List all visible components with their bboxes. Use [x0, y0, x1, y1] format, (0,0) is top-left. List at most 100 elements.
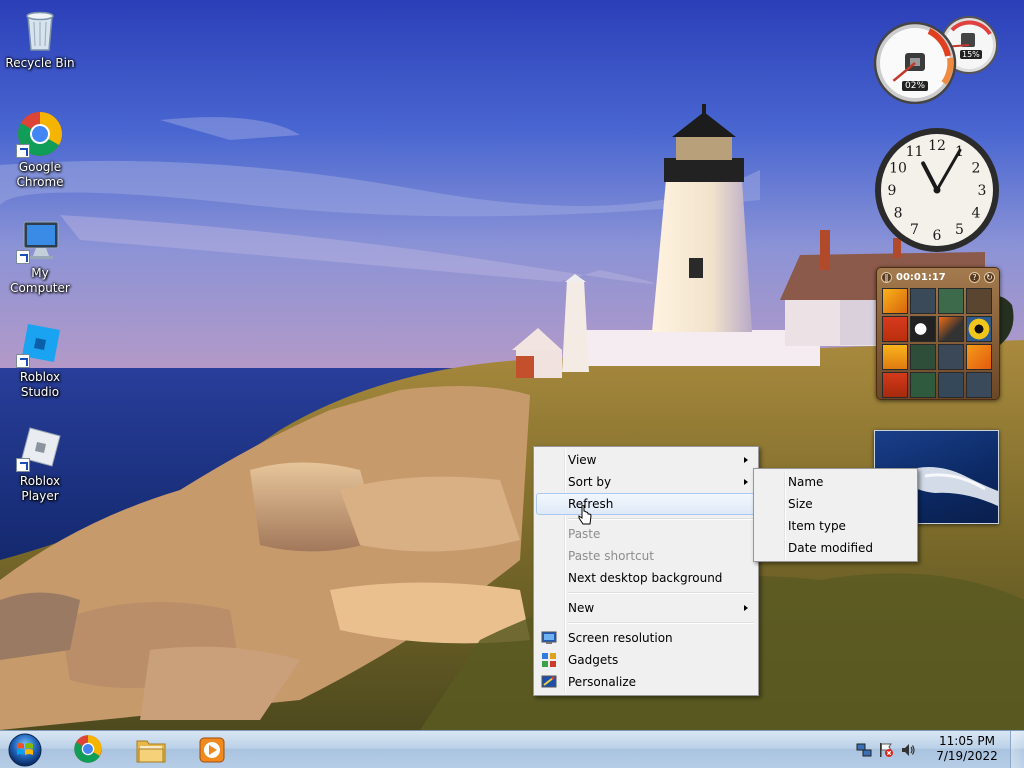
- clock-numeral: 2: [972, 161, 981, 177]
- network-icon[interactable]: [856, 742, 872, 758]
- menu-item-label: Date modified: [788, 541, 874, 555]
- clock-numeral: 4: [972, 206, 981, 222]
- taskbar-file-explorer-button[interactable]: [123, 732, 179, 767]
- clock-numeral: 10: [889, 161, 907, 177]
- desktop-icon-google-chrome[interactable]: Google Chrome: [0, 110, 80, 190]
- puzzle-tile[interactable]: [910, 344, 936, 370]
- puzzle-tile[interactable]: [966, 316, 992, 342]
- menu-item-label: Paste shortcut: [568, 549, 654, 563]
- menu-item-next-desktop-background[interactable]: Next desktop background: [536, 567, 756, 589]
- taskbar-media-player-button[interactable]: [184, 732, 240, 767]
- puzzle-tile[interactable]: [910, 288, 936, 314]
- cpu-percent-readout: 02%: [902, 81, 929, 91]
- puzzle-tile[interactable]: [882, 288, 908, 314]
- menu-separator: [568, 622, 754, 624]
- shortcut-arrow-icon: [16, 144, 30, 158]
- volume-icon[interactable]: [900, 742, 916, 758]
- clock-time: 11:05 PM: [939, 734, 995, 748]
- chrome-icon: [16, 110, 64, 158]
- menu-item-gadgets[interactable]: Gadgets: [536, 649, 756, 671]
- puzzle-tile[interactable]: [966, 344, 992, 370]
- desktop-wallpaper[interactable]: [0, 0, 1024, 730]
- puzzle-tile[interactable]: [938, 344, 964, 370]
- menu-item-label: Screen resolution: [568, 631, 673, 645]
- puzzle-grid[interactable]: [882, 288, 999, 398]
- desktop-icon-label: Roblox Player: [19, 474, 61, 503]
- roblox-player-icon: [16, 424, 64, 472]
- menu-item-sort-name[interactable]: Name: [756, 471, 915, 493]
- clock-numeral: 8: [894, 206, 903, 222]
- puzzle-tile[interactable]: [938, 288, 964, 314]
- menu-item-label: Gadgets: [568, 653, 619, 667]
- desktop-icon-recycle-bin[interactable]: Recycle Bin: [0, 6, 80, 71]
- menu-separator: [568, 518, 754, 520]
- picture-puzzle-gadget[interactable]: ‖ 00:01:17 ? ↻: [876, 267, 1000, 400]
- menu-item-screen-resolution[interactable]: Screen resolution: [536, 627, 756, 649]
- notification-area: 11:05 PM 7/19/2022: [854, 731, 1024, 769]
- shortcut-arrow-icon: [16, 354, 30, 368]
- clock-numeral: 11: [906, 144, 924, 160]
- action-center-flag-icon[interactable]: [878, 742, 894, 758]
- menu-item-label: Personalize: [568, 675, 637, 689]
- puzzle-tile[interactable]: [882, 316, 908, 342]
- menu-item-sort-date-modified[interactable]: Date modified: [756, 537, 915, 559]
- submenu-arrow-icon: [744, 605, 748, 611]
- menu-item-label: Refresh: [568, 497, 614, 511]
- puzzle-tile[interactable]: [938, 372, 964, 398]
- recycle-bin-icon: [16, 6, 64, 54]
- clock-numeral: 7: [910, 222, 919, 238]
- menu-separator: [568, 592, 754, 594]
- taskbar-clock[interactable]: 11:05 PM 7/19/2022: [927, 734, 1007, 764]
- menu-item-label: Size: [788, 497, 813, 511]
- menu-item-sort-size[interactable]: Size: [756, 493, 915, 515]
- taskbar-chrome-button[interactable]: [60, 732, 116, 767]
- menu-item-label: New: [568, 601, 595, 615]
- shortcut-arrow-icon: [16, 250, 30, 264]
- cpu-meter-gadget[interactable]: 02% 15%: [872, 8, 1002, 105]
- personalize-icon: [541, 674, 557, 690]
- puzzle-tile[interactable]: [938, 316, 964, 342]
- puzzle-tile[interactable]: [910, 372, 936, 398]
- submenu-arrow-icon: [744, 479, 748, 485]
- menu-item-paste: Paste: [536, 523, 756, 545]
- sort-by-submenu: Name Size Item type Date modified: [753, 468, 918, 562]
- shortcut-arrow-icon: [16, 458, 30, 472]
- chrome-icon: [73, 734, 103, 767]
- help-icon[interactable]: ?: [969, 271, 980, 283]
- puzzle-tile[interactable]: [966, 288, 992, 314]
- puzzle-tile[interactable]: [910, 316, 936, 342]
- clock-date: 7/19/2022: [936, 749, 998, 763]
- menu-item-personalize[interactable]: Personalize: [536, 671, 756, 693]
- menu-item-paste-shortcut: Paste shortcut: [536, 545, 756, 567]
- clock-numeral: 9: [888, 183, 897, 199]
- show-desktop-button[interactable]: [1010, 731, 1024, 768]
- desktop-context-menu: View Sort by Refresh Paste Paste shortcu…: [533, 446, 759, 696]
- desktop-icon-label: Recycle Bin: [5, 56, 75, 70]
- puzzle-tile[interactable]: [882, 372, 908, 398]
- pause-icon[interactable]: ‖: [881, 271, 892, 283]
- menu-item-label: Next desktop background: [568, 571, 723, 585]
- menu-item-new[interactable]: New: [536, 597, 756, 619]
- start-button[interactable]: [5, 732, 45, 768]
- menu-item-label: View: [568, 453, 597, 467]
- menu-item-label: Sort by: [568, 475, 612, 489]
- menu-item-refresh[interactable]: Refresh: [536, 493, 756, 515]
- submenu-arrow-icon: [744, 457, 748, 463]
- desktop-icon-roblox-player[interactable]: Roblox Player: [0, 424, 80, 504]
- menu-item-label: Item type: [788, 519, 846, 533]
- menu-item-view[interactable]: View: [536, 449, 756, 471]
- clock-numeral: 12: [928, 138, 946, 154]
- puzzle-tile[interactable]: [882, 344, 908, 370]
- media-player-icon: [198, 736, 226, 767]
- puzzle-header: ‖ 00:01:17 ? ↻: [877, 268, 999, 286]
- menu-item-label: Paste: [568, 527, 601, 541]
- menu-item-sort-item-type[interactable]: Item type: [756, 515, 915, 537]
- menu-item-sort-by[interactable]: Sort by: [536, 471, 756, 493]
- memory-percent-readout: 15%: [960, 50, 982, 59]
- desktop-icon-roblox-studio[interactable]: Roblox Studio: [0, 320, 80, 400]
- taskbar: 11:05 PM 7/19/2022: [0, 730, 1024, 768]
- desktop-icon-my-computer[interactable]: My Computer: [0, 216, 80, 296]
- puzzle-tile[interactable]: [966, 372, 992, 398]
- shuffle-icon[interactable]: ↻: [984, 271, 995, 283]
- clock-gadget[interactable]: 121234567891011: [874, 127, 1000, 253]
